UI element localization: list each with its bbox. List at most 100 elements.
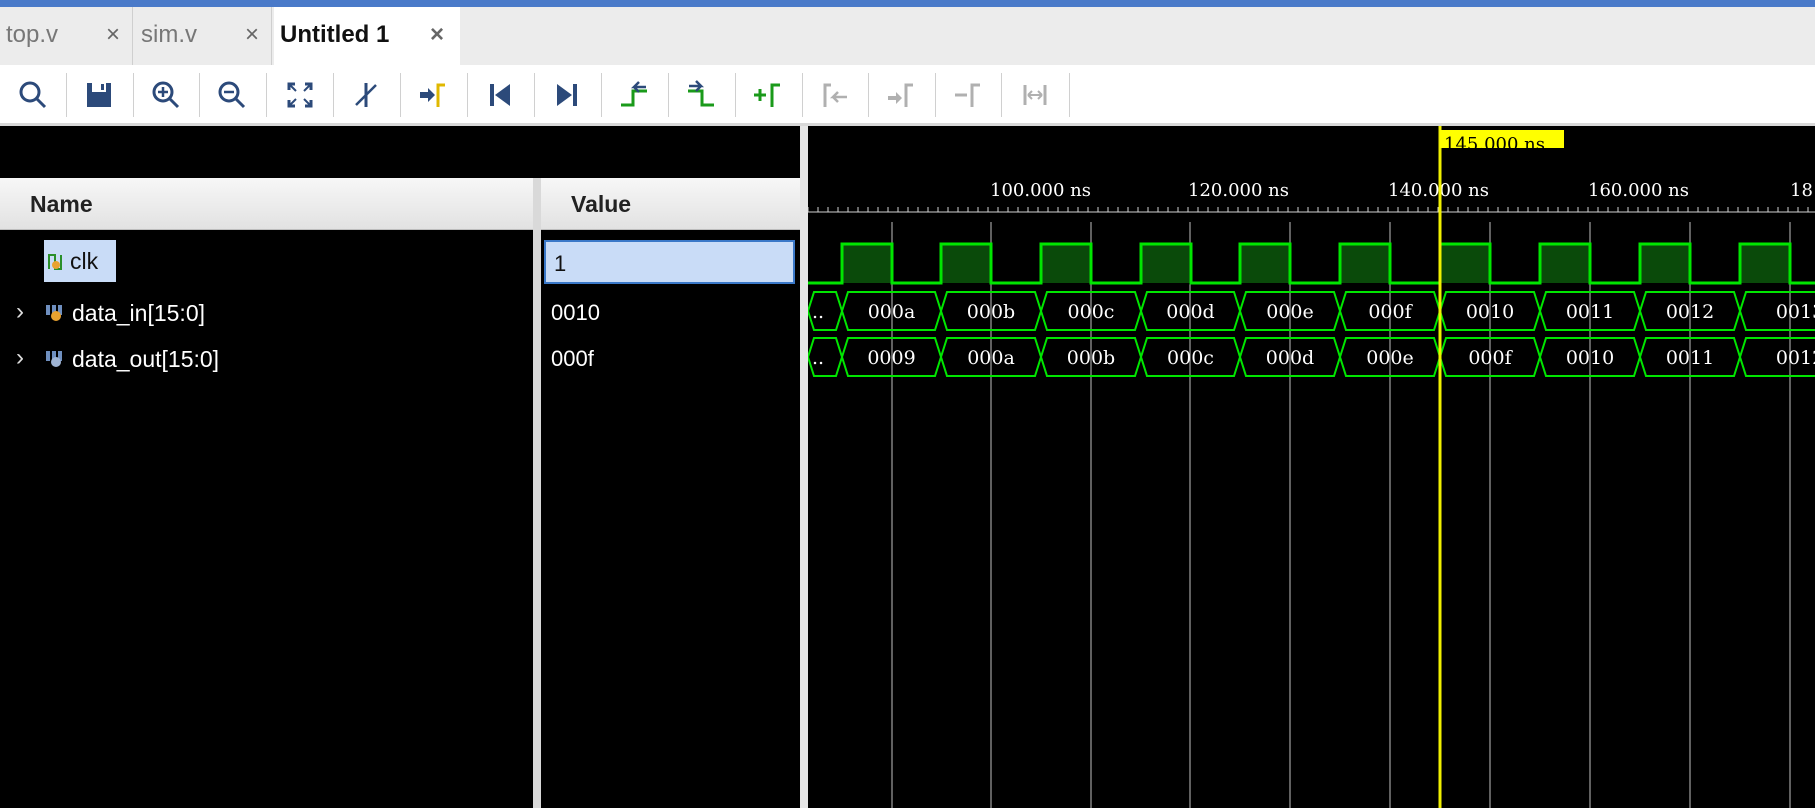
ruler-label: 100.000 ns (990, 180, 1091, 201)
clk-high-pulse (1141, 244, 1191, 283)
value-column-header[interactable]: Value (541, 178, 800, 230)
swap-cursors-icon[interactable] (1015, 75, 1055, 115)
next-transition-icon[interactable] (681, 75, 721, 115)
previous-transition-icon[interactable] (614, 75, 654, 115)
toolbar-separator (935, 73, 936, 117)
data-in-value: 0011 (1566, 301, 1614, 323)
toolbar-separator (868, 73, 869, 117)
chevron-right-icon[interactable]: › (16, 298, 24, 326)
marker-toggle-icon[interactable] (346, 75, 386, 115)
data-out-value: 0010 (1566, 347, 1614, 369)
clock-signal-icon (48, 254, 62, 270)
window-accent-bar (0, 0, 1815, 7)
previous-marker-icon[interactable] (815, 75, 855, 115)
signal-label: data_out[15:0] (72, 345, 220, 372)
data-out-value: 000b (1067, 347, 1115, 369)
cursor-time-text: 145.000 ns (1444, 134, 1545, 148)
ruler-label: 18 (1790, 180, 1813, 201)
data-out-value: 000d (1266, 347, 1314, 369)
tab-label: top.v (6, 21, 59, 48)
data-out-value: 000f (1468, 347, 1513, 369)
clk-high-pulse (1041, 244, 1091, 283)
signal-label: clk (70, 247, 99, 274)
toolbar-separator (400, 73, 401, 117)
signal-row-clk[interactable]: clk (0, 240, 533, 282)
data-out-value: 000a (967, 347, 1015, 369)
waveform-canvas[interactable]: 100.000 ns 120.000 ns 140.000 ns 160.000 ns… (808, 126, 1815, 808)
zoom-in-icon[interactable] (146, 75, 186, 115)
toolbar-separator (133, 73, 134, 117)
signal-value-data-out: 000f (551, 346, 594, 371)
data-in-value: 000f (1368, 301, 1413, 323)
waveform-viewer: Name Value clk 1 › data_in[15:0] 0010 › … (0, 126, 1815, 808)
tab-untitled-1[interactable]: Untitled 1 × (274, 7, 460, 65)
data-in-value: 0013 (1776, 301, 1815, 323)
signal-name-data-in[interactable]: data_in[15:0] (44, 292, 205, 334)
close-icon[interactable]: × (106, 21, 120, 49)
toolbar-separator (735, 73, 736, 117)
toolbar-separator (66, 73, 67, 117)
name-column-header[interactable]: Name (0, 178, 533, 230)
bus-input-icon (46, 305, 62, 321)
toolbar-separator (668, 73, 669, 117)
panel-divider[interactable] (800, 126, 808, 808)
bus-output-icon (46, 351, 62, 367)
toolbar-separator (601, 73, 602, 117)
clk-high-pulse (1540, 244, 1590, 283)
data-out-value: 000e (1366, 347, 1414, 369)
tab-top-v[interactable]: top.v × (0, 7, 133, 65)
toolbar-separator (1001, 73, 1002, 117)
zoom-fit-icon[interactable] (280, 75, 320, 115)
toolbar-separator (802, 73, 803, 117)
clk-high-pulse (1240, 244, 1290, 283)
go-to-end-icon[interactable] (547, 75, 587, 115)
data-in-value: 000a (868, 301, 916, 323)
next-marker-icon[interactable] (881, 75, 921, 115)
signal-name-data-out[interactable]: data_out[15:0] (44, 338, 219, 380)
column-divider[interactable] (533, 178, 541, 808)
save-icon[interactable] (79, 75, 119, 115)
data-in-value: 000c (1068, 301, 1115, 323)
clk-high-pulse (1640, 244, 1690, 283)
signal-label: data_in[15:0] (72, 299, 206, 326)
signal-row-data-in[interactable]: › data_in[15:0] (0, 292, 533, 334)
signal-row-data-out[interactable]: › data_out[15:0] (0, 338, 533, 380)
ruler-label: 160.000 ns (1588, 180, 1689, 201)
data-out-value: .. (812, 347, 824, 369)
toolbar-separator (1069, 73, 1070, 117)
data-in-value: 0012 (1666, 301, 1714, 323)
zoom-out-icon[interactable] (212, 75, 252, 115)
data-out-value: 0012 (1776, 347, 1815, 369)
tab-sim-v[interactable]: sim.v × (135, 7, 272, 65)
signal-value-data-in: 0010 (551, 300, 600, 325)
close-icon[interactable]: × (245, 21, 259, 49)
tab-label: sim.v (141, 21, 197, 48)
clk-high-pulse (941, 244, 991, 283)
value-cell-clk[interactable]: 1 (544, 240, 795, 284)
search-icon[interactable] (13, 75, 53, 115)
add-marker-icon[interactable] (748, 75, 788, 115)
ruler-label: 120.000 ns (1188, 180, 1289, 201)
clk-high-pulse (1740, 244, 1790, 283)
go-to-cursor-icon[interactable] (413, 75, 453, 115)
signal-name-clk[interactable]: clk (44, 240, 116, 282)
data-out-value: 0009 (867, 347, 915, 369)
close-icon[interactable]: × (430, 21, 444, 49)
toolbar-separator (266, 73, 267, 117)
clk-high-pulse (1440, 244, 1490, 283)
toolbar-separator (534, 73, 535, 117)
data-in-value: 000e (1266, 301, 1314, 323)
waveform-panel[interactable]: 100.000 ns 120.000 ns 140.000 ns 160.000 ns… (808, 126, 1815, 808)
cursor-time-label[interactable]: 145.000 ns (1440, 130, 1564, 148)
toolbar-separator (199, 73, 200, 117)
data-out-value: 0011 (1666, 347, 1714, 369)
chevron-right-icon[interactable]: › (16, 344, 24, 372)
go-to-start-icon[interactable] (480, 75, 520, 115)
data-in-value: 0010 (1466, 301, 1514, 323)
editor-tab-bar: top.v × sim.v × Untitled 1 × (0, 7, 1815, 65)
signal-list-panel: Name Value clk 1 › data_in[15:0] 0010 › … (0, 126, 808, 808)
delete-marker-icon[interactable] (948, 75, 988, 115)
toolbar-separator (467, 73, 468, 117)
value-header-label: Value (571, 191, 632, 217)
signal-value: 1 (554, 251, 567, 276)
